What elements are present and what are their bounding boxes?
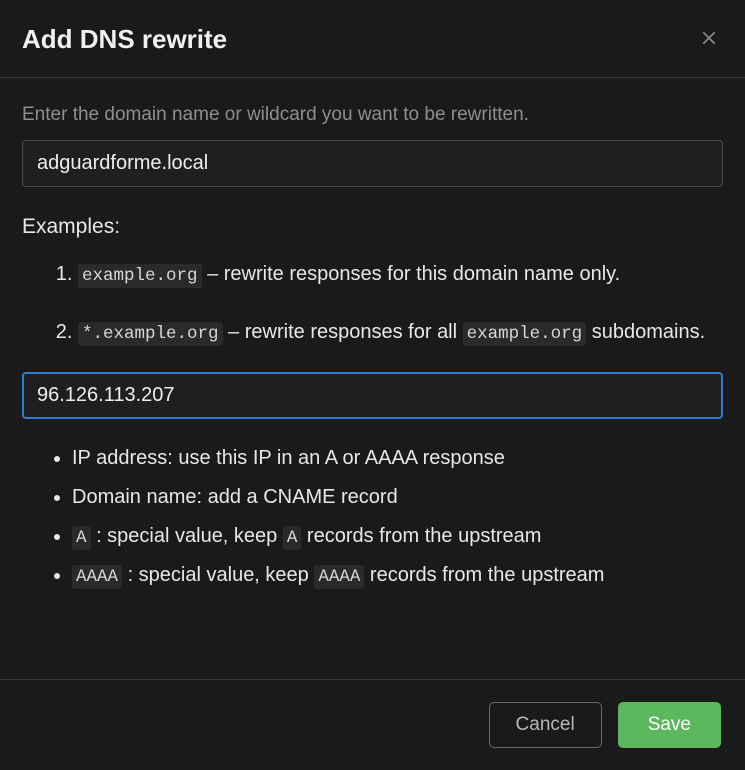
example-code: example.org: [78, 264, 202, 288]
dns-rewrite-modal: Add DNS rewrite Enter the domain name or…: [0, 0, 745, 770]
list-item: IP address: use this IP in an A or AAAA …: [72, 443, 723, 474]
list-item: Domain name: add a CNAME record: [72, 482, 723, 513]
bullet-code: AAAA: [72, 565, 122, 589]
example-text: – rewrite responses for all: [223, 321, 463, 343]
examples-heading: Examples:: [22, 215, 723, 239]
modal-title: Add DNS rewrite: [22, 24, 227, 55]
answer-types-block: IP address: use this IP in an A or AAAA …: [22, 443, 723, 591]
bullet-text: : special value, keep: [122, 564, 314, 586]
bullet-text: IP address: use this IP in an A or AAAA …: [72, 447, 505, 469]
modal-body: Enter the domain name or wildcard you wa…: [0, 78, 745, 679]
cancel-button[interactable]: Cancel: [489, 702, 602, 748]
list-item: A : special value, keep A records from t…: [72, 521, 723, 552]
example-text: – rewrite responses for this domain name…: [202, 263, 621, 285]
examples-list: example.org – rewrite responses for this…: [22, 255, 723, 352]
bullet-text: Domain name: add a CNAME record: [72, 486, 398, 508]
bullet-code: A: [72, 526, 91, 550]
close-icon: [700, 29, 718, 50]
bullet-text: records from the upstream: [364, 564, 604, 586]
ip-input[interactable]: [22, 372, 723, 419]
example-code: *.example.org: [78, 322, 223, 346]
modal-header: Add DNS rewrite: [0, 0, 745, 78]
ip-input-wrap: [22, 372, 723, 419]
answer-types-list: IP address: use this IP in an A or AAAA …: [22, 443, 723, 591]
save-button[interactable]: Save: [618, 702, 721, 748]
bullet-text: : special value, keep: [91, 525, 283, 547]
domain-instruction: Enter the domain name or wildcard you wa…: [22, 104, 723, 126]
domain-input[interactable]: [22, 140, 723, 187]
bullet-code: A: [283, 526, 302, 550]
example-item: example.org – rewrite responses for this…: [78, 255, 723, 293]
examples-block: Examples: example.org – rewrite response…: [22, 215, 723, 352]
bullet-code: AAAA: [314, 565, 364, 589]
example-item: *.example.org – rewrite responses for al…: [78, 313, 723, 351]
example-code: example.org: [463, 322, 587, 346]
modal-footer: Cancel Save: [0, 679, 745, 770]
example-text: subdomains.: [586, 321, 705, 343]
list-item: AAAA : special value, keep AAAA records …: [72, 560, 723, 591]
close-button[interactable]: [697, 28, 721, 52]
bullet-text: records from the upstream: [301, 525, 541, 547]
